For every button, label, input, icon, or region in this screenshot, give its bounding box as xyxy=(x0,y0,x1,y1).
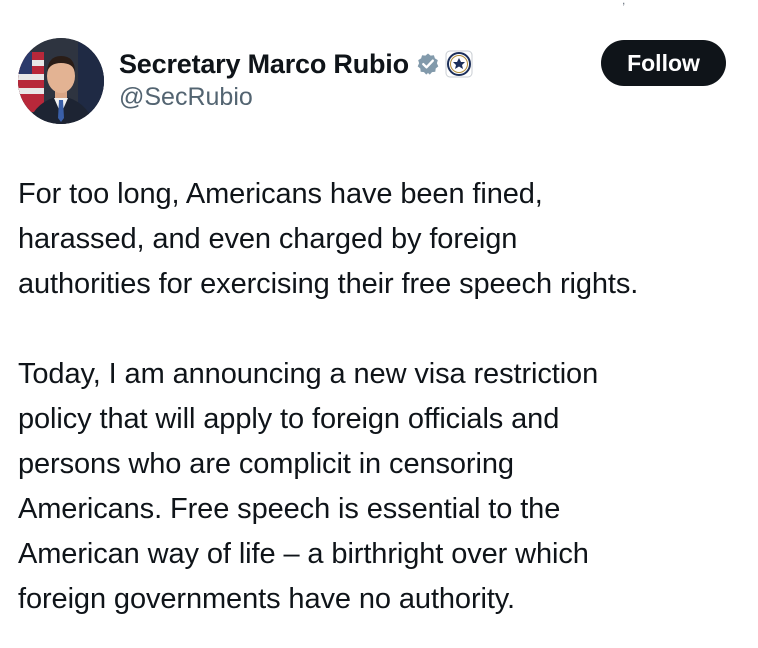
verified-badge-icon[interactable] xyxy=(416,52,440,76)
name-row: Secretary Marco Rubio xyxy=(119,47,473,81)
tweet-paragraph: For too long, Americans have been fined,… xyxy=(18,178,639,300)
tweet-header: Secretary Marco Rubio @SecRubio Follow xyxy=(18,38,726,124)
state-department-seal-icon[interactable] xyxy=(445,50,473,78)
display-name[interactable]: Secretary Marco Rubio xyxy=(119,49,409,80)
avatar[interactable] xyxy=(18,38,104,124)
avatar-image xyxy=(18,38,104,124)
handle[interactable]: @SecRubio xyxy=(119,83,473,112)
user-names: Secretary Marco Rubio @SecRubio xyxy=(119,47,473,112)
follow-button[interactable]: Follow xyxy=(601,40,726,86)
tweet-text: For too long, Americans have been fined,… xyxy=(18,172,748,622)
tweet-paragraph: Today, I am announcing a new visa restri… xyxy=(18,358,599,615)
cropped-mark: , xyxy=(622,0,626,7)
